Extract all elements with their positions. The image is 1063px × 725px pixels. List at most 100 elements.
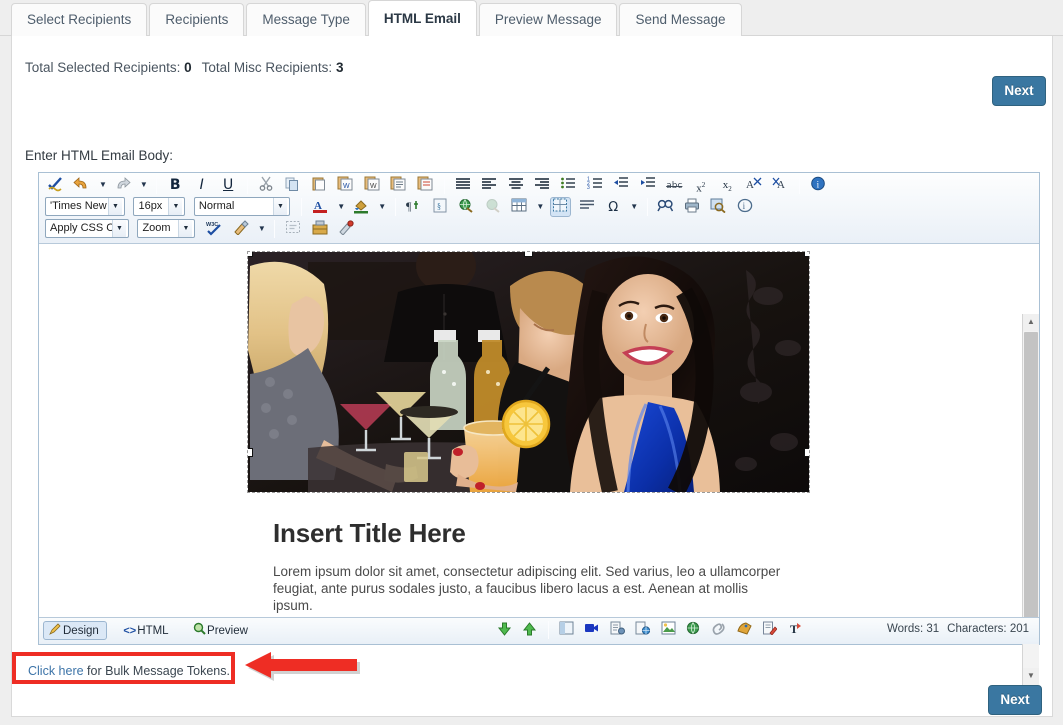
paragraph-style-dropdown[interactable]: Normal ▼ (193, 197, 290, 216)
print-icon[interactable] (682, 197, 703, 217)
insert-document-icon[interactable] (607, 620, 627, 641)
help-icon[interactable]: i (734, 197, 755, 217)
font-size-dropdown[interactable]: 16px ▼ (133, 197, 186, 216)
resize-handle-top-center[interactable] (524, 252, 533, 257)
redo-icon[interactable] (112, 175, 133, 195)
insert-video-icon[interactable] (582, 620, 602, 641)
format-painter-icon[interactable] (230, 219, 251, 239)
module-manager-icon[interactable]: § (430, 197, 451, 217)
show-blocks-icon[interactable] (283, 219, 304, 239)
insert-image-icon[interactable] (658, 620, 678, 641)
copy-icon[interactable] (282, 175, 303, 195)
tab-select-recipients[interactable]: Select Recipients (11, 3, 148, 36)
spellcheck-icon[interactable] (45, 175, 66, 195)
format-block-icon[interactable]: ¶ (403, 197, 424, 217)
italic-icon[interactable]: I (191, 175, 212, 195)
edit-document-icon[interactable] (760, 620, 780, 641)
font-family-dropdown[interactable]: 'Times New ...▼ (45, 197, 125, 216)
scroll-thumb[interactable] (1024, 332, 1038, 618)
design-mode-button[interactable]: Design (43, 621, 107, 640)
insert-form-icon[interactable] (556, 620, 576, 641)
bold-icon[interactable]: B (165, 175, 186, 195)
paste-from-word-strip-icon[interactable]: W (361, 175, 382, 195)
chevron-down-icon[interactable]: ▼ (108, 198, 122, 215)
numbered-list-icon[interactable]: 123 (584, 175, 605, 195)
template-manager-icon[interactable] (309, 219, 330, 239)
about-icon[interactable]: i (808, 175, 829, 195)
find-replace-icon[interactable] (655, 197, 676, 217)
redo-dropdown-icon[interactable]: ▼ (139, 175, 149, 195)
tab-preview-message[interactable]: Preview Message (478, 3, 618, 36)
tab-html-email[interactable]: HTML Email (367, 0, 477, 36)
recipient-summary: Total Selected Recipients: 0 Total Misc R… (25, 60, 343, 75)
apply-css-class-dropdown[interactable]: Apply CSS Cl...▼ (45, 219, 129, 238)
tab-send-message[interactable]: Send Message (619, 3, 742, 36)
next-button-bottom[interactable]: Next (988, 685, 1042, 715)
remove-link-icon[interactable] (482, 197, 503, 217)
undo-icon[interactable] (71, 175, 92, 195)
undo-dropdown-icon[interactable]: ▼ (98, 175, 108, 195)
paste-as-html-icon[interactable] (414, 175, 435, 195)
align-left-icon[interactable] (479, 175, 500, 195)
characters-label: Characters: (947, 623, 1007, 635)
chevron-down-icon[interactable]: ▼ (178, 220, 193, 237)
insert-below-icon[interactable] (494, 620, 514, 641)
foreground-color-icon[interactable]: A (310, 197, 331, 217)
words-count: 31 (926, 623, 940, 635)
cut-icon[interactable] (256, 175, 277, 195)
indent-icon[interactable] (637, 175, 658, 195)
w3c-validator-icon[interactable]: W3C (204, 219, 225, 239)
horizontal-rule-icon[interactable] (576, 197, 597, 217)
insert-above-icon[interactable] (519, 620, 539, 641)
format-painter-dropdown-icon[interactable]: ▼ (257, 219, 267, 239)
format-code-block-icon[interactable]: A (770, 175, 791, 195)
scroll-up-icon[interactable]: ▲ (1023, 314, 1039, 331)
image-editor-icon[interactable] (735, 620, 755, 641)
preview-mode-button[interactable]: Preview (187, 621, 256, 640)
html-mode-button[interactable]: <>HTML (117, 621, 176, 640)
background-color-dropdown-icon[interactable]: ▼ (377, 197, 387, 217)
superscript-icon[interactable]: x2 (690, 175, 711, 195)
zoom-preview-icon[interactable] (708, 197, 729, 217)
align-justify-icon[interactable] (452, 175, 473, 195)
resize-handle-middle-left[interactable] (248, 448, 253, 457)
insert-table-dropdown-icon[interactable]: ▼ (535, 197, 545, 217)
hyperlink-manager-icon[interactable] (456, 197, 477, 217)
bullet-list-icon[interactable] (558, 175, 579, 195)
underline-icon[interactable]: U (218, 175, 239, 195)
foreground-color-dropdown-icon[interactable]: ▼ (336, 197, 346, 217)
align-right-icon[interactable] (532, 175, 553, 195)
track-changes-icon[interactable]: T (785, 620, 805, 641)
resize-handle-top-left[interactable] (248, 252, 253, 257)
subscript-icon[interactable]: x2 (717, 175, 738, 195)
resize-handle-middle-right[interactable] (804, 448, 809, 457)
hero-image[interactable] (247, 251, 810, 493)
outdent-icon[interactable] (611, 175, 632, 195)
tab-recipients[interactable]: Recipients (149, 3, 245, 36)
insert-flash-icon[interactable] (633, 620, 653, 641)
chevron-down-icon[interactable]: ▼ (112, 220, 126, 237)
align-center-icon[interactable] (505, 175, 526, 195)
chevron-down-icon[interactable]: ▼ (168, 198, 183, 215)
strikethrough-icon[interactable]: abc (664, 175, 685, 195)
omega-dropdown-icon[interactable]: ▼ (629, 197, 639, 217)
css-class-inspector-icon[interactable] (336, 219, 357, 239)
zoom-dropdown[interactable]: Zoom ▼ (137, 219, 196, 238)
paste-plain-text-icon[interactable] (388, 175, 409, 195)
paste-icon[interactable] (308, 175, 329, 195)
chevron-down-icon[interactable]: ▼ (272, 198, 287, 215)
paste-from-word-icon[interactable]: W (335, 175, 356, 195)
bulk-message-tokens-link[interactable]: Click here (28, 664, 84, 678)
background-color-icon[interactable] (351, 197, 372, 217)
toggle-table-border-icon[interactable] (549, 197, 571, 217)
tab-message-type[interactable]: Message Type (246, 3, 366, 36)
format-stripper-icon[interactable]: A (743, 175, 764, 195)
next-button-top[interactable]: Next (992, 76, 1046, 106)
resize-handle-top-right[interactable] (804, 252, 809, 257)
insert-table-icon[interactable] (509, 197, 530, 217)
editor-canvas[interactable]: Insert Title Here Lorem ipsum dolor sit … (39, 244, 1021, 615)
scroll-down-icon[interactable]: ▼ (1023, 668, 1039, 685)
attach-link-icon[interactable] (709, 620, 729, 641)
omega-symbol-icon[interactable]: Ω (603, 197, 624, 217)
insert-media-icon[interactable] (684, 620, 704, 641)
